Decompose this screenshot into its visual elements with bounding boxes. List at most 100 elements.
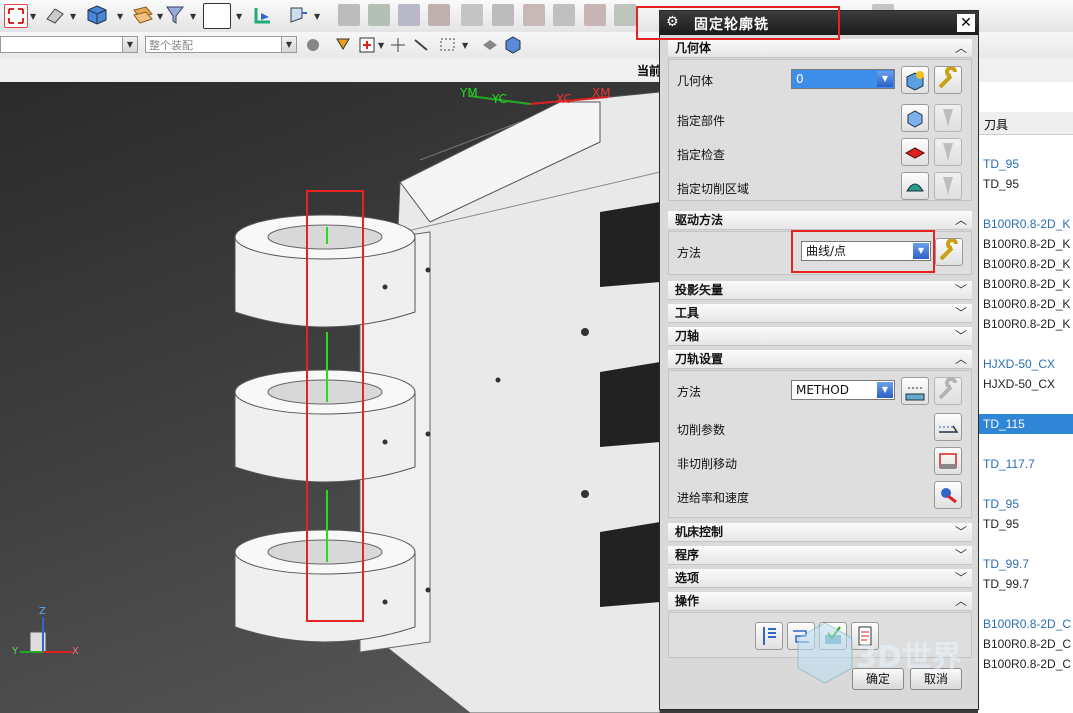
chevron-down-icon[interactable]: ▼ bbox=[378, 41, 384, 50]
tool-row[interactable]: TD_99.7 bbox=[978, 574, 1073, 594]
path-method-select[interactable]: METHOD ▼ bbox=[791, 380, 895, 400]
tool-row[interactable]: B100R0.8-2D_K bbox=[978, 294, 1073, 314]
cam-op-icon-5[interactable] bbox=[461, 4, 483, 26]
new-method-button[interactable] bbox=[901, 377, 929, 405]
new-geometry-button[interactable] bbox=[901, 66, 929, 94]
snap-point-icon[interactable] bbox=[333, 35, 353, 55]
section-projection-vector[interactable]: 投影矢量 ﹀ bbox=[668, 281, 972, 300]
tool-row[interactable] bbox=[978, 394, 1073, 414]
blank-view-icon[interactable] bbox=[203, 3, 231, 29]
tool-row[interactable] bbox=[978, 334, 1073, 354]
layer-icon[interactable] bbox=[132, 4, 154, 26]
feeds-speeds-button[interactable] bbox=[934, 481, 962, 509]
highlight-drive-curve bbox=[306, 190, 364, 622]
select-plus-icon[interactable] bbox=[357, 35, 377, 55]
edit-drive-method-button[interactable] bbox=[935, 238, 963, 266]
tool-row[interactable]: B100R0.8-2D_C bbox=[978, 614, 1073, 634]
tool-row[interactable]: B100R0.8-2D_K bbox=[978, 314, 1073, 334]
shaded-cube-icon[interactable] bbox=[86, 4, 108, 26]
chevron-down-icon: ▼ bbox=[122, 37, 137, 52]
tool-row[interactable]: B100R0.8-2D_K bbox=[978, 274, 1073, 294]
section-tool-axis[interactable]: 刀轴 ﹀ bbox=[668, 327, 972, 346]
tool-row[interactable]: TD_95 bbox=[978, 154, 1073, 174]
chevron-down-icon[interactable]: ▼ bbox=[30, 12, 36, 21]
tool-row[interactable]: HJXD-50_CX bbox=[978, 354, 1073, 374]
tool-row[interactable] bbox=[978, 434, 1073, 454]
section-path-settings-header[interactable]: 刀轨设置 ︿ bbox=[668, 350, 972, 369]
chevron-up-icon: ︿ bbox=[954, 41, 967, 55]
tool-row[interactable]: TD_95 bbox=[978, 514, 1073, 534]
specify-cut-area-button[interactable] bbox=[901, 172, 929, 200]
cam-op-icon-9[interactable] bbox=[584, 4, 606, 26]
filter-icon[interactable] bbox=[164, 4, 186, 26]
chevron-down-icon[interactable]: ▼ bbox=[190, 12, 196, 21]
orient-icon[interactable] bbox=[286, 4, 308, 26]
edit-geometry-button[interactable] bbox=[934, 66, 962, 94]
filter-combo-empty[interactable]: ▼ bbox=[0, 36, 138, 53]
chevron-down-icon[interactable]: ▼ bbox=[157, 12, 163, 21]
cam-op-icon-3[interactable] bbox=[398, 4, 420, 26]
section-options[interactable]: 选项 ﹀ bbox=[668, 569, 972, 588]
tool-row[interactable]: HJXD-50_CX bbox=[978, 374, 1073, 394]
specify-part-button[interactable] bbox=[901, 104, 929, 132]
tool-row[interactable]: B100R0.8-2D_K bbox=[978, 214, 1073, 234]
edit-method-button[interactable] bbox=[934, 377, 962, 405]
assembly-nav-icon[interactable] bbox=[303, 35, 323, 55]
section-drive-header[interactable]: 驱动方法 ︿ bbox=[668, 211, 972, 230]
move-icon[interactable] bbox=[252, 4, 274, 26]
tool-row[interactable]: TD_95 bbox=[978, 174, 1073, 194]
rotate-view-icon[interactable] bbox=[44, 4, 66, 26]
box-select-icon[interactable] bbox=[438, 35, 458, 55]
graphics-viewport[interactable]: YM YC XC XM Z Y X bbox=[0, 82, 660, 713]
tool-row[interactable]: B100R0.8-2D_K bbox=[978, 234, 1073, 254]
tool-row[interactable]: B100R0.8-2D_C bbox=[978, 634, 1073, 654]
solid-filter-icon[interactable] bbox=[480, 35, 500, 55]
cam-op-icon-1[interactable] bbox=[338, 4, 360, 26]
specify-part-label: 指定部件 bbox=[677, 114, 726, 128]
tool-column-header[interactable]: 刀具 bbox=[978, 112, 1073, 135]
cam-op-icon-10[interactable] bbox=[614, 4, 636, 26]
chevron-down-icon[interactable]: ▼ bbox=[462, 41, 468, 50]
generate-path-button[interactable] bbox=[755, 622, 783, 650]
geometry-select[interactable]: 0 ▼ bbox=[791, 69, 895, 89]
show-check-button[interactable] bbox=[934, 138, 962, 166]
show-part-button[interactable] bbox=[934, 104, 962, 132]
section-tool[interactable]: 工具 ﹀ bbox=[668, 304, 972, 323]
section-geometry-header[interactable]: 几何体 ︿ bbox=[668, 39, 972, 58]
close-button[interactable]: ✕ bbox=[957, 14, 975, 32]
cam-op-icon-6[interactable] bbox=[492, 4, 514, 26]
chevron-down-icon[interactable]: ▼ bbox=[117, 12, 123, 21]
tool-row[interactable] bbox=[978, 474, 1073, 494]
body-filter-icon[interactable] bbox=[503, 35, 523, 55]
fit-view-icon[interactable] bbox=[4, 4, 28, 28]
chevron-down-icon: ﹀ bbox=[954, 548, 967, 562]
tool-row[interactable]: B100R0.8-2D_K bbox=[978, 254, 1073, 274]
tool-row[interactable] bbox=[978, 534, 1073, 554]
tool-row[interactable] bbox=[978, 594, 1073, 614]
show-cut-area-button[interactable] bbox=[934, 172, 962, 200]
chevron-down-icon: ﹀ bbox=[954, 306, 967, 320]
cam-op-icon-4[interactable] bbox=[428, 4, 450, 26]
tool-row[interactable]: TD_99.7 bbox=[978, 554, 1073, 574]
cut-params-button[interactable] bbox=[934, 413, 962, 441]
non-cut-moves-button[interactable] bbox=[934, 447, 962, 475]
tool-row[interactable]: TD_115 bbox=[978, 414, 1073, 434]
assembly-filter-combo[interactable]: 整个装配 ▼ bbox=[145, 36, 297, 53]
cam-op-icon-2[interactable] bbox=[368, 4, 390, 26]
chevron-down-icon[interactable]: ▼ bbox=[236, 12, 242, 21]
tool-row[interactable]: TD_117.7 bbox=[978, 454, 1073, 474]
section-program[interactable]: 程序 ﹀ bbox=[668, 546, 972, 565]
chevron-down-icon[interactable]: ▼ bbox=[314, 12, 320, 21]
snap-end-icon[interactable] bbox=[412, 35, 432, 55]
cam-op-icon-8[interactable] bbox=[553, 4, 575, 26]
snap-intersect-icon[interactable] bbox=[388, 35, 408, 55]
cam-op-icon-7[interactable] bbox=[523, 4, 545, 26]
chevron-down-icon[interactable]: ▼ bbox=[70, 12, 76, 21]
section-machine-control[interactable]: 机床控制 ﹀ bbox=[668, 523, 972, 542]
tool-row[interactable]: B100R0.8-2D_C bbox=[978, 654, 1073, 674]
tool-row[interactable]: TD_95 bbox=[978, 494, 1073, 514]
tool-row[interactable] bbox=[978, 194, 1073, 214]
specify-check-button[interactable] bbox=[901, 138, 929, 166]
machine-control-title: 机床控制 bbox=[675, 525, 724, 539]
section-actions-header[interactable]: 操作 ︿ bbox=[668, 592, 972, 611]
